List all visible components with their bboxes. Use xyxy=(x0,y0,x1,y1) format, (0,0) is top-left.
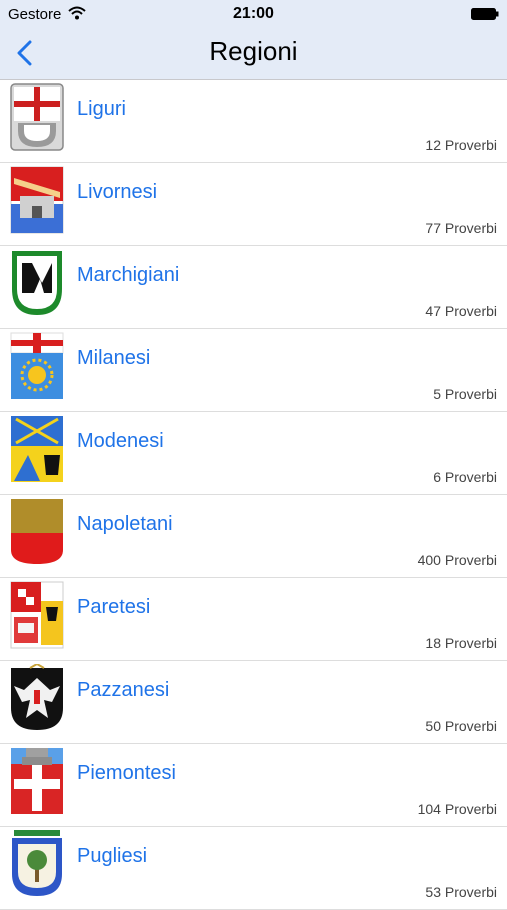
livorno-crest-icon xyxy=(10,166,64,234)
region-name: Pugliesi xyxy=(77,845,148,867)
proverbs-count: 12 Proverbi xyxy=(425,137,497,153)
region-name: Livornesi xyxy=(77,181,158,203)
region-name: Modenesi xyxy=(77,430,164,452)
list-item-paretesi[interactable]: Paretesi 18 Proverbi xyxy=(0,578,507,661)
list-item-pugliesi[interactable]: Pugliesi 53 Proverbi xyxy=(0,827,507,910)
list-item-liguri[interactable]: Liguri 12 Proverbi xyxy=(0,80,507,163)
list-item-piemontesi[interactable]: Piemontesi 104 Proverbi xyxy=(0,744,507,827)
proverbs-count: 400 Proverbi xyxy=(417,552,497,568)
region-name: Milanesi xyxy=(77,347,151,369)
list-item-pazzanesi[interactable]: Pazzanesi 50 Proverbi xyxy=(0,661,507,744)
milano-crest-icon xyxy=(10,332,64,399)
battery-icon xyxy=(471,8,499,20)
region-name: Liguri xyxy=(77,98,126,120)
proverbs-count: 5 Proverbi xyxy=(433,386,497,402)
proverbs-count: 77 Proverbi xyxy=(425,220,497,236)
region-name: Marchigiani xyxy=(77,264,180,286)
puglia-crest-icon xyxy=(12,830,62,896)
region-name: Pazzanesi xyxy=(77,679,170,701)
modena-crest-icon xyxy=(11,416,63,482)
list-item-livornesi[interactable]: Livornesi 77 Proverbi xyxy=(0,163,507,246)
region-name: Napoletani xyxy=(77,513,173,535)
pazzano-crest-icon xyxy=(11,664,63,730)
liguria-crest-icon xyxy=(10,83,64,151)
marche-crest-icon xyxy=(12,251,62,315)
list-item-modenesi[interactable]: Modenesi 6 Proverbi xyxy=(0,412,507,495)
parete-crest-icon xyxy=(10,581,64,649)
clock: 21:00 xyxy=(233,5,274,22)
list-item-napoletani[interactable]: Napoletani 400 Proverbi xyxy=(0,495,507,578)
proverbs-count: 6 Proverbi xyxy=(433,469,497,485)
region-name: Paretesi xyxy=(77,596,151,618)
napoli-crest-icon xyxy=(11,499,63,564)
proverbs-count: 53 Proverbi xyxy=(425,884,497,900)
proverbs-count: 50 Proverbi xyxy=(425,718,497,734)
proverbs-count: 47 Proverbi xyxy=(425,303,497,319)
regions-list: Liguri 12 Proverbi Livornesi 77 Proverbi… xyxy=(0,80,507,910)
page-title: Regioni xyxy=(209,36,298,66)
proverbs-count: 18 Proverbi xyxy=(425,635,497,651)
list-item-milanesi[interactable]: Milanesi 5 Proverbi xyxy=(0,329,507,412)
navigation-bar: Regioni xyxy=(0,28,507,80)
status-bar: Gestore 21:00 xyxy=(0,0,507,28)
list-item-marchigiani[interactable]: Marchigiani 47 Proverbi xyxy=(0,246,507,329)
piemonte-crest-icon xyxy=(11,748,63,814)
region-name: Piemontesi xyxy=(77,762,176,784)
proverbs-count: 104 Proverbi xyxy=(417,801,497,817)
